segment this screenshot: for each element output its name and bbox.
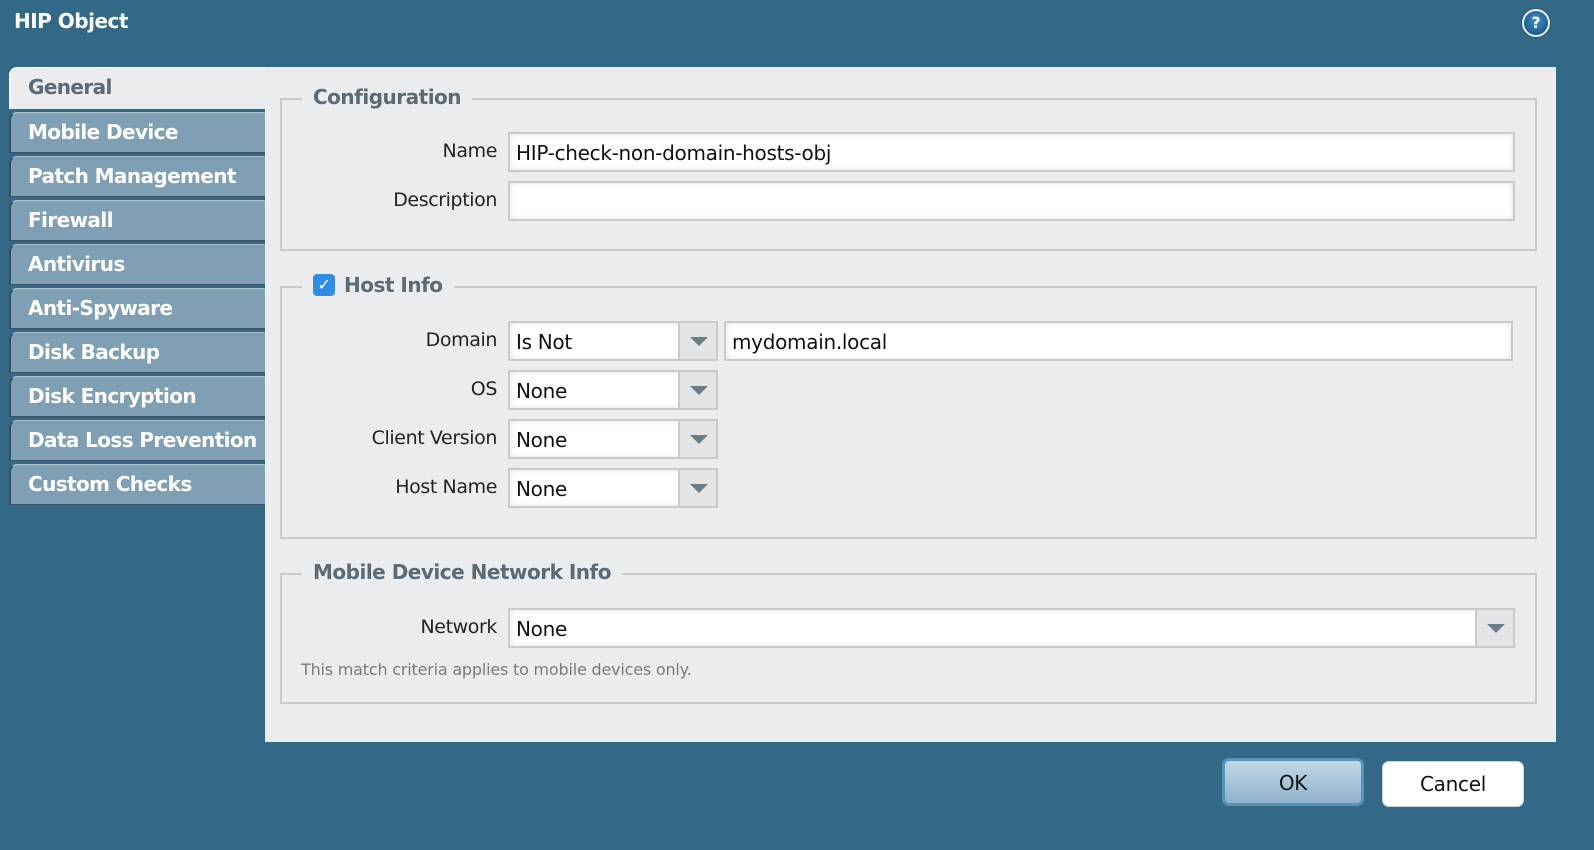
- configuration-section: Configuration: [280, 85, 1537, 251]
- tab-custom-checks[interactable]: Custom Checks: [9, 464, 265, 505]
- host-name-select[interactable]: None: [508, 468, 718, 508]
- mobile-network-legend: Mobile Device Network Info: [302, 560, 622, 584]
- configuration-legend: Configuration: [302, 85, 473, 109]
- network-select[interactable]: None: [508, 608, 1515, 648]
- host-info-legend: ✓ Host Info: [302, 273, 454, 297]
- general-panel: Configuration Name HIP-check-non-domain-…: [265, 67, 1556, 742]
- tab-general[interactable]: General: [9, 67, 265, 109]
- host-info-title: Host Info: [344, 273, 443, 297]
- tab-antivirus[interactable]: Antivirus: [9, 244, 265, 285]
- network-label: Network: [420, 616, 497, 638]
- chevron-down-icon[interactable]: [1475, 610, 1513, 646]
- tab-data-loss-prevention[interactable]: Data Loss Prevention: [9, 420, 265, 461]
- description-input[interactable]: [508, 181, 1515, 221]
- network-value: None: [516, 617, 567, 641]
- domain-value-input[interactable]: mydomain.local: [724, 321, 1513, 361]
- os-select[interactable]: None: [508, 370, 718, 410]
- dialog-title: HIP Object: [14, 9, 128, 33]
- tab-firewall[interactable]: Firewall: [9, 200, 265, 241]
- tab-list: General Mobile Device Patch Management F…: [9, 67, 265, 508]
- host-name-value: None: [516, 477, 567, 501]
- chevron-down-icon[interactable]: [678, 323, 716, 359]
- os-label: OS: [470, 378, 498, 400]
- chevron-down-icon[interactable]: [678, 470, 716, 506]
- client-version-select[interactable]: None: [508, 419, 718, 459]
- host-info-checkbox[interactable]: ✓: [313, 274, 335, 296]
- host-name-label: Host Name: [395, 476, 497, 498]
- mobile-network-note: This match criteria applies to mobile de…: [301, 660, 692, 679]
- domain-operator-value: Is Not: [516, 330, 572, 354]
- client-version-value: None: [516, 428, 567, 452]
- name-label: Name: [442, 140, 498, 162]
- tab-disk-backup[interactable]: Disk Backup: [9, 332, 265, 373]
- domain-operator-select[interactable]: Is Not: [508, 321, 718, 361]
- tab-mobile-device[interactable]: Mobile Device: [9, 112, 265, 153]
- description-label: Description: [393, 189, 497, 211]
- client-version-label: Client Version: [371, 427, 498, 449]
- tab-anti-spyware[interactable]: Anti-Spyware: [9, 288, 265, 329]
- domain-label: Domain: [425, 329, 498, 351]
- cancel-button[interactable]: Cancel: [1382, 761, 1524, 807]
- tab-disk-encryption[interactable]: Disk Encryption: [9, 376, 265, 417]
- help-icon[interactable]: ?: [1522, 9, 1550, 37]
- chevron-down-icon[interactable]: [678, 372, 716, 408]
- name-input[interactable]: HIP-check-non-domain-hosts-obj: [508, 132, 1515, 172]
- os-value: None: [516, 379, 567, 403]
- tab-patch-management[interactable]: Patch Management: [9, 156, 265, 197]
- ok-button[interactable]: OK: [1222, 758, 1364, 806]
- chevron-down-icon[interactable]: [678, 421, 716, 457]
